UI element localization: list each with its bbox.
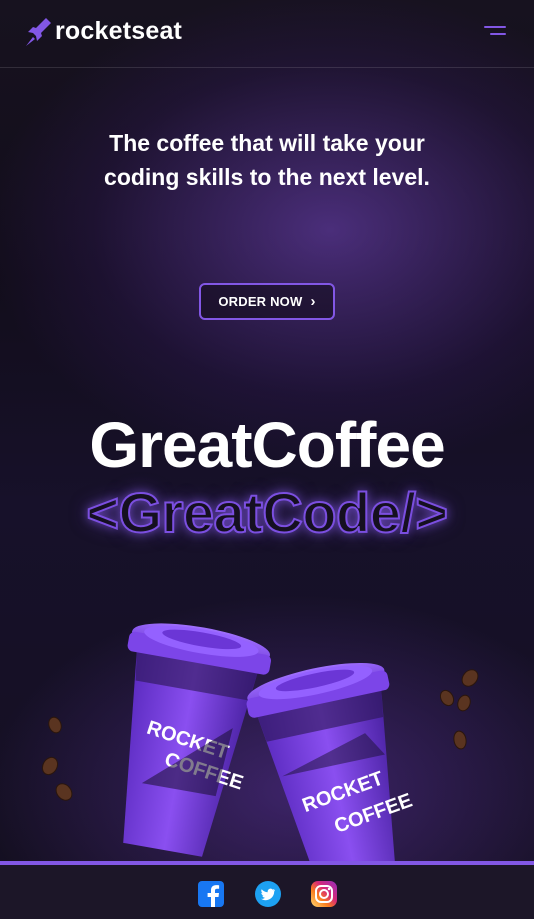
order-now-label: ORDER NOW <box>218 294 303 309</box>
chevron-right-icon: › <box>310 293 316 310</box>
instagram-icon[interactable] <box>311 881 337 907</box>
coffee-cups-image: ROCKET COFFEE ROCKET COFFEE <box>41 623 479 862</box>
code-close-bracket: > <box>414 480 449 545</box>
menu-icon-line <box>484 26 506 28</box>
brand-name: rocketseat <box>55 16 183 45</box>
facebook-icon[interactable] <box>198 881 224 907</box>
menu-button[interactable] <box>478 22 512 46</box>
logo[interactable]: rocketseat <box>24 16 182 48</box>
twitter-icon[interactable] <box>255 881 281 907</box>
great-code-heading: <GreatCode/> <box>0 480 534 545</box>
hero-headline: The coffee that will take your coding sk… <box>104 130 430 190</box>
code-open-bracket: < <box>85 480 120 545</box>
great-code-text: GreatCode/ <box>118 480 417 545</box>
landing-page: rocketseat The coffee that will take you… <box>0 0 534 919</box>
order-now-button[interactable]: ORDER NOW › <box>199 283 335 320</box>
great-coffee-heading: GreatCoffee <box>89 409 445 481</box>
rocket-logo-icon <box>26 18 51 46</box>
header: rocketseat <box>0 0 534 68</box>
footer <box>0 861 534 919</box>
menu-icon-line <box>490 33 506 35</box>
